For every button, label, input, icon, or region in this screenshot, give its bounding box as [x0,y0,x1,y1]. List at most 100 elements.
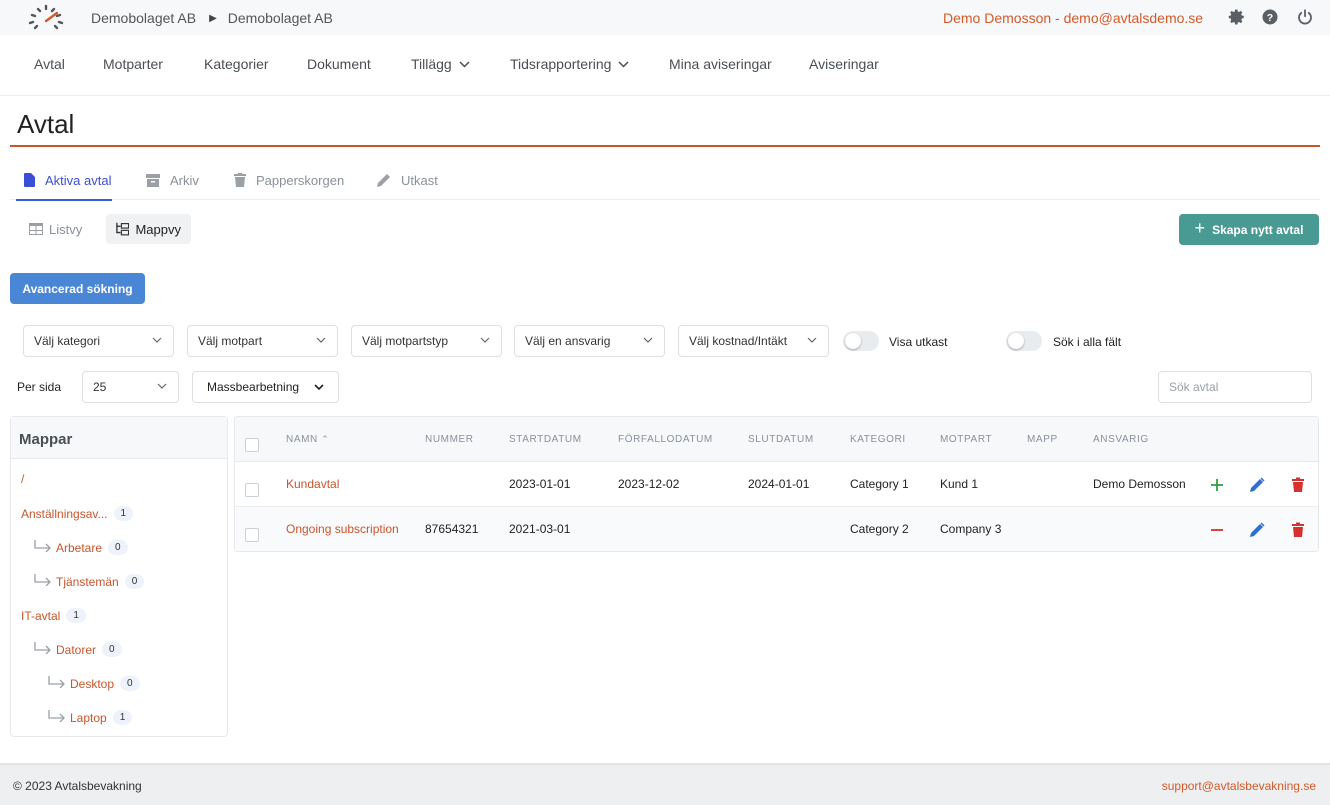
svg-text:?: ? [1267,12,1273,24]
folder-count-badge: 1 [112,710,133,725]
folder-item[interactable]: Tjänstemän 0 [56,574,145,589]
top-bar: Demobolaget AB ▶ Demobolaget AB Demo Dem… [0,0,1330,35]
search-contracts-input[interactable] [1158,371,1312,403]
contract-name-link[interactable]: Ongoing subscription [286,522,399,536]
tab-aktiva-avtal-label: Aktiva avtal [45,172,112,188]
nav-mina-aviseringar[interactable]: Mina aviseringar [669,56,772,72]
nav-tillagg[interactable]: Tillägg [411,56,470,72]
gear-icon[interactable] [1228,8,1246,26]
view-list-label: Listvy [49,221,83,237]
folder-tree-icon [116,222,130,236]
chevron-down-icon [314,384,324,390]
show-drafts-toggle[interactable] [843,331,879,351]
column-header-party[interactable]: MOTPART [940,434,992,445]
collapse-minus-icon[interactable] [1209,522,1225,538]
cell-category: Category 1 [850,477,909,491]
view-list-button[interactable]: Listvy [19,214,92,244]
delete-trash-icon[interactable] [1290,522,1306,538]
nav-dokument[interactable]: Dokument [307,56,371,72]
tab-arkiv[interactable]: Arkiv [146,160,199,200]
help-icon[interactable]: ? [1261,8,1279,26]
folder-item[interactable]: Desktop 0 [70,676,140,691]
column-header-due[interactable]: FÖRFALLODATUM [618,434,713,445]
responsible-select-value: Välj en ansvarig [525,334,611,348]
user-account[interactable]: Demo Demosson - demo@avtalsdemo.se [943,10,1203,26]
column-header-category[interactable]: KATEGORI [850,434,906,445]
expand-plus-icon[interactable] [1209,477,1225,493]
chevron-down-icon [807,337,817,343]
folder-item[interactable]: Anställningsav... 1 [21,506,134,521]
column-header-folder[interactable]: MAPP [1027,434,1058,445]
sort-asc-icon: ⌃ [321,434,330,444]
folders-panel: Mappar / Anställningsav... 1 Arbetare 0 … [10,416,228,737]
advanced-search-button[interactable]: Avancerad sökning [10,273,145,304]
folder-name: Tjänstemän [56,574,119,589]
cell-start: 2021-03-01 [509,522,571,536]
table-row[interactable]: Ongoing subscription 87654321 2021-03-01… [235,507,1318,551]
nav-motparter[interactable]: Motparter [103,56,163,72]
folder-count-badge: 0 [108,540,128,555]
chevron-down-icon [643,337,653,343]
select-all-checkbox[interactable] [245,438,259,452]
tab-utkast[interactable]: Utkast [377,160,438,200]
breadcrumb-company[interactable]: Demobolaget AB [91,10,196,26]
chevron-down-icon [459,60,470,68]
mass-edit-button[interactable]: Massbearbetning [192,371,339,403]
view-folder-label: Mappvy [135,221,181,237]
party-type-select[interactable]: Välj motpartstyp [351,325,502,357]
breadcrumb: Demobolaget AB ▶ Demobolaget AB [91,10,333,26]
search-all-fields-toggle[interactable] [1006,331,1042,351]
create-contract-label: Skapa nytt avtal [1212,222,1304,237]
folder-count-badge: 0 [102,642,122,657]
edit-pencil-icon[interactable] [1249,522,1265,538]
breadcrumb-unit[interactable]: Demobolaget AB [228,10,333,26]
column-header-label: NAMN [286,434,318,445]
delete-trash-icon[interactable] [1290,477,1306,493]
category-select[interactable]: Välj kategori [23,325,174,357]
folder-name: IT-avtal [21,608,61,623]
create-contract-button[interactable]: + Skapa nytt avtal [1179,214,1319,245]
contract-name-link[interactable]: Kundavtal [286,477,339,491]
contracts-table: NAMN ⌃ NUMMER STARTDATUM FÖRFALLODATUM S… [234,416,1319,552]
support-email-link[interactable]: support@avtalsbevakning.se [1162,779,1316,793]
tab-papperskorgen[interactable]: Papperskorgen [234,160,344,200]
nav-aviseringar[interactable]: Aviseringar [809,56,879,72]
nav-avtal[interactable]: Avtal [34,56,65,72]
power-icon[interactable] [1296,8,1314,26]
row-checkbox[interactable] [245,528,259,542]
column-header-name[interactable]: NAMN ⌃ [286,434,329,445]
party-select[interactable]: Välj motpart [187,325,338,357]
nav-tidsrapportering[interactable]: Tidsrapportering [510,56,629,72]
chevron-down-icon [480,337,490,343]
table-row[interactable]: Kundavtal 2023-01-01 2023-12-02 2024-01-… [235,462,1318,507]
folder-item[interactable]: IT-avtal 1 [21,608,86,623]
tab-utkast-label: Utkast [401,172,438,188]
folder-count-badge: 1 [66,608,86,623]
plus-icon: + [1194,218,1206,238]
chevron-down-icon [152,337,162,343]
nav-tidsrapportering-label: Tidsrapportering [510,56,612,72]
column-header-responsible[interactable]: ANSVARIG [1093,434,1149,445]
cost-income-select[interactable]: Välj kostnad/Intäkt [678,325,829,357]
cell-end: 2024-01-01 [748,477,810,491]
tab-aktiva-avtal[interactable]: Aktiva avtal [16,160,112,201]
folder-item[interactable]: Datorer 0 [56,642,122,657]
nav-kategorier[interactable]: Kategorier [204,56,269,72]
folder-count-badge: 0 [124,574,145,589]
folder-item[interactable]: Arbetare 0 [56,540,128,555]
folder-name: Laptop [70,710,107,725]
row-checkbox[interactable] [245,483,259,497]
caret-right-icon: ▶ [209,12,217,24]
tab-arkiv-label: Arkiv [170,172,199,188]
column-header-end[interactable]: SLUTDATUM [748,434,814,445]
column-header-number[interactable]: NUMMER [425,434,474,445]
per-page-select[interactable]: 25 [82,371,179,403]
folder-root[interactable]: / [21,472,24,486]
folder-item[interactable]: Laptop 1 [70,710,133,725]
column-header-start[interactable]: STARTDATUM [509,434,582,445]
view-folder-button[interactable]: Mappvy [106,214,191,244]
responsible-select[interactable]: Välj en ansvarig [514,325,665,357]
logo[interactable] [26,3,66,31]
edit-pencil-icon[interactable] [1249,477,1265,493]
subfolder-arrow-icon [48,710,65,722]
